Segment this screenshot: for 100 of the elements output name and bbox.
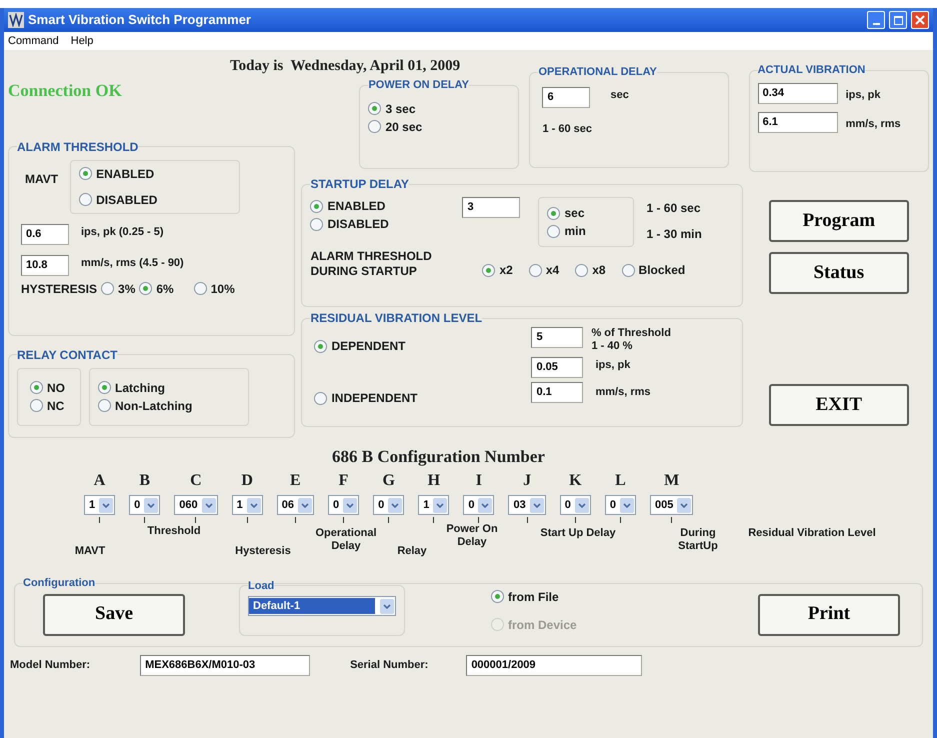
radio-button[interactable] <box>310 218 324 230</box>
field-letter: J <box>523 471 532 491</box>
unit-label: sec <box>610 88 629 102</box>
radio-button[interactable] <box>547 206 560 220</box>
delay-field[interactable]: 6 <box>542 86 590 108</box>
range-label: 1 - 40 % <box>591 340 634 353</box>
field-letter: E <box>290 471 301 491</box>
menu-item[interactable]: Command <box>8 32 59 50</box>
range-label: 1 - 60 sec <box>542 122 592 134</box>
radio-button[interactable] <box>547 224 560 238</box>
radio-button[interactable] <box>368 102 382 115</box>
hysteresis-label: HYSTERESIS <box>21 280 98 298</box>
code-dropdown[interactable]: 1 <box>84 495 116 515</box>
radio-button[interactable] <box>98 399 111 412</box>
radio-label: from Device <box>508 616 577 634</box>
radio-button[interactable] <box>575 264 588 276</box>
radio-label: from File <box>508 588 559 606</box>
radio-button[interactable] <box>622 264 635 276</box>
radio-button[interactable] <box>79 167 92 180</box>
ips-field[interactable]: 0.05 <box>531 357 584 378</box>
radio-label: NO <box>47 380 65 396</box>
range-label: 1 - 30 min <box>646 226 702 243</box>
unit-label: mm/s, rms (4.5 - 90) <box>81 256 184 270</box>
radio-button[interactable] <box>491 590 504 603</box>
code-dropdown[interactable]: 0 <box>560 495 591 515</box>
code-dropdown[interactable]: 0 <box>604 495 636 515</box>
group-title: OPERATIONAL DELAY <box>538 65 657 80</box>
radio-label: Blocked <box>638 262 686 279</box>
code-dropdown[interactable]: 0 <box>373 495 404 515</box>
code-dropdown[interactable]: 03 <box>508 495 546 515</box>
field-caption: Relay <box>396 545 428 558</box>
group-title: Configuration <box>23 576 96 591</box>
radio-button[interactable] <box>98 381 111 394</box>
code-dropdown[interactable]: 1 <box>418 495 450 515</box>
radio-label: x2 <box>499 262 513 279</box>
model-number-label: Model Number: <box>10 658 90 674</box>
unit-label: mm/s, rms <box>846 117 901 132</box>
load-dropdown[interactable]: Default-1 <box>248 596 396 616</box>
command-button[interactable]: Print <box>758 594 900 636</box>
minimize-icon[interactable] <box>867 11 885 29</box>
unit-label: mm/s, rms <box>595 385 650 400</box>
field-caption: Start Up Delay <box>539 527 617 540</box>
group-title: RELAY CONTACT <box>17 346 118 364</box>
radio-button[interactable] <box>101 282 114 295</box>
startup-delay-field[interactable]: 3 <box>462 197 520 218</box>
menu-item[interactable]: Help <box>70 32 94 50</box>
window-title: Smart Vibration Switch Programmer <box>28 11 251 30</box>
group-title: ALARM THRESHOLD <box>17 138 138 156</box>
code-dropdown[interactable]: 0 <box>463 495 494 515</box>
mms-field[interactable]: 6.1 <box>758 112 838 132</box>
radio-button[interactable] <box>314 340 328 352</box>
command-button[interactable]: Status <box>768 252 909 294</box>
command-button[interactable]: EXIT <box>768 384 909 426</box>
radio-button[interactable] <box>528 264 542 276</box>
code-dropdown[interactable]: 1 <box>232 495 263 515</box>
code-dropdown[interactable]: 06 <box>276 495 314 515</box>
radio-button[interactable] <box>30 399 43 412</box>
field-caption: Power On Delay <box>445 523 499 549</box>
serial-number-field[interactable]: 000001/2009 <box>466 655 642 676</box>
radio-button[interactable] <box>79 193 92 206</box>
radio-label: NC <box>47 398 64 414</box>
code-dropdown[interactable]: 0 <box>328 495 360 515</box>
radio-button[interactable] <box>139 282 152 295</box>
ips-field[interactable]: 0.6 <box>21 224 69 244</box>
radio-label: 3% <box>118 280 136 298</box>
field-caption: Threshold <box>146 525 202 538</box>
command-button[interactable]: Program <box>768 200 909 242</box>
radio-button[interactable] <box>310 200 324 212</box>
radio-label: 10% <box>210 280 235 298</box>
radio-label: DEPENDENT <box>331 338 406 355</box>
radio-button[interactable] <box>368 120 382 133</box>
radio-button[interactable] <box>482 264 496 276</box>
unit-label: ips, pk (0.25 - 5) <box>81 224 164 240</box>
field-caption: Residual Vibration Level <box>747 527 877 540</box>
group-title: STARTUP DELAY <box>310 176 409 193</box>
close-icon[interactable] <box>911 11 929 29</box>
ips-field[interactable]: 0.34 <box>758 82 838 104</box>
code-dropdown[interactable]: 005 <box>650 495 694 515</box>
radio-button[interactable] <box>194 282 207 295</box>
field-letter: I <box>476 471 482 491</box>
mms-field[interactable]: 10.8 <box>21 254 69 276</box>
field-letter: F <box>338 471 348 491</box>
group-title: RESIDUAL VIBRATION LEVEL <box>310 310 482 327</box>
radio-label: DISABLED <box>327 216 389 233</box>
radio-button[interactable] <box>314 392 328 404</box>
field-letter: A <box>94 471 106 491</box>
model-number-field[interactable]: MEX686B6X/M010-03 <box>140 655 310 676</box>
radio-label: 3 sec <box>385 100 416 118</box>
code-dropdown[interactable]: 0 <box>129 495 160 515</box>
maximize-icon[interactable] <box>889 11 907 29</box>
code-dropdown[interactable]: 060 <box>174 495 218 515</box>
radio-label: Latching <box>115 380 165 396</box>
command-button[interactable]: Save <box>43 594 185 636</box>
unit-label: % of Threshold <box>591 327 671 340</box>
field-letter: G <box>382 471 395 491</box>
field-letter: M <box>664 471 680 491</box>
radio-button[interactable] <box>30 381 43 394</box>
mms-field[interactable]: 0.1 <box>531 382 584 403</box>
percent-field[interactable]: 5 <box>531 327 584 348</box>
field-caption: MAVT <box>74 545 106 558</box>
